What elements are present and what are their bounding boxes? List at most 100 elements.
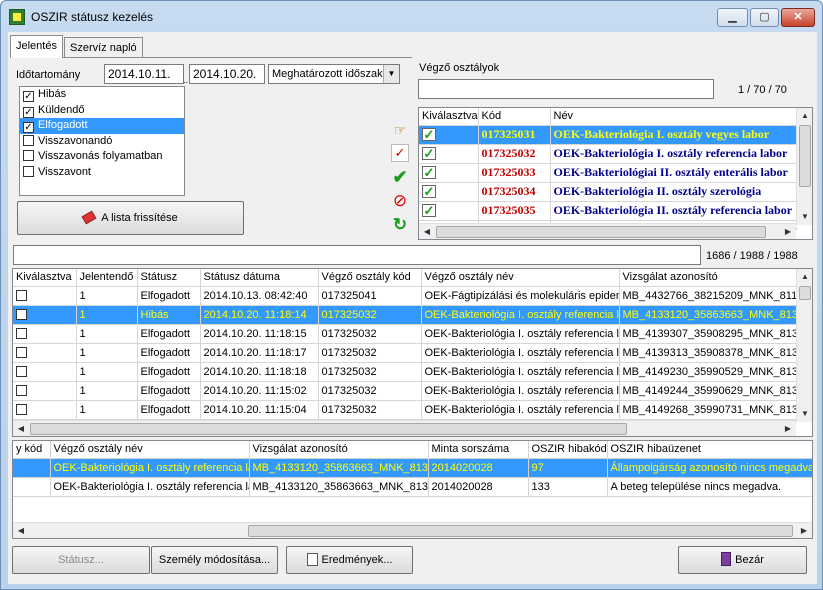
select-cell[interactable] — [13, 381, 77, 401]
maximize-button[interactable]: ▢ — [750, 8, 779, 27]
stop-icon[interactable]: ⊘ — [389, 191, 411, 211]
green-check-icon[interactable]: ✔ — [389, 167, 411, 187]
scroll-right-icon[interactable]: ▶ — [780, 224, 796, 239]
scroll-left-icon[interactable]: ◀ — [13, 421, 29, 436]
scroll-right-icon[interactable]: ▶ — [796, 523, 812, 538]
column-header[interactable]: Jelentendő — [76, 269, 138, 287]
column-header[interactable]: Végző osztály név — [421, 269, 620, 287]
status-option[interactable]: Visszavont — [20, 165, 184, 181]
status-checkbox[interactable] — [23, 150, 34, 161]
table-row[interactable]: ✓ 017325032 OEK-Bakteriológia I. osztály r… — [419, 144, 812, 164]
row-checkbox[interactable] — [16, 365, 27, 377]
select-cell[interactable]: ✓ — [419, 182, 479, 202]
column-header[interactable]: Végző osztály kód — [318, 269, 422, 287]
status-option[interactable]: Visszavonás folyamatban — [20, 149, 184, 165]
column-header[interactable]: Kiválasztva — [419, 108, 479, 126]
scroll-left-icon[interactable]: ◀ — [13, 523, 29, 538]
column-header[interactable]: y kód — [13, 441, 51, 459]
table-row[interactable]: 1 Elfogadott 2014.10.20. 11:15:04 017325032… — [13, 400, 812, 420]
close-button[interactable]: Bezár — [678, 546, 807, 574]
column-header[interactable]: Vizsgálat azonosító — [249, 441, 429, 459]
table-row[interactable]: 1 Elfogadott 2014.10.20. 11:18:17 017325032… — [13, 343, 812, 363]
select-cell[interactable]: ✓ — [419, 144, 479, 164]
column-header[interactable]: OSZIR hibaüzenet — [607, 441, 812, 459]
scroll-up-icon[interactable]: ▲ — [797, 108, 812, 124]
scroll-thumb[interactable] — [799, 125, 811, 187]
column-header[interactable]: Státusz — [137, 269, 201, 287]
departments-search-input[interactable] — [418, 79, 714, 99]
select-cell[interactable]: ✓ — [419, 125, 479, 145]
scroll-left-icon[interactable]: ◀ — [419, 224, 435, 239]
refresh-icon[interactable]: ↻ — [389, 215, 411, 235]
tab-jelentes[interactable]: Jelentés — [10, 35, 63, 58]
table-row[interactable]: ✓ 017325035 OEK-Bakteriológia II. osztály … — [419, 201, 812, 221]
table-row[interactable]: ✓ 017325034 OEK-Bakteriológia II. osztály … — [419, 182, 812, 202]
select-cell[interactable] — [13, 286, 77, 306]
select-cell[interactable]: ✓ — [419, 201, 479, 221]
scroll-thumb[interactable] — [799, 286, 811, 300]
row-checkbox[interactable] — [16, 327, 27, 339]
column-header[interactable]: Minta sorszáma — [428, 441, 529, 459]
scroll-down-icon[interactable]: ▼ — [797, 209, 812, 225]
green-check-icon[interactable]: ✓ — [422, 146, 436, 160]
scroll-thumb[interactable] — [436, 226, 766, 238]
select-cell[interactable] — [13, 400, 77, 420]
row-checkbox[interactable] — [16, 346, 27, 358]
status-checkbox[interactable] — [23, 134, 34, 146]
departments-hscroll[interactable]: ◀ ▶ — [419, 223, 796, 239]
status-checkbox[interactable]: ✓ — [23, 106, 34, 118]
reports-search-input[interactable] — [13, 245, 701, 265]
column-header[interactable]: Vizsgálat azonosító — [619, 269, 812, 287]
errors-hscroll[interactable]: ◀ ▶ — [13, 522, 812, 538]
scroll-thumb[interactable] — [248, 525, 793, 537]
select-cell[interactable] — [13, 362, 77, 382]
green-check-icon[interactable]: ✓ — [422, 184, 436, 198]
row-checkbox[interactable] — [16, 289, 27, 301]
table-row[interactable]: ✓ 017325031 OEK-Bakteriológia I. osztály v… — [419, 125, 812, 145]
column-header[interactable]: Név — [550, 108, 812, 126]
green-check-icon[interactable]: ✓ — [422, 127, 436, 141]
table-row[interactable]: OEK-Bakteriológia I. osztály referencia … — [13, 477, 812, 497]
date-from-field[interactable]: 2014.10.11. — [104, 64, 184, 84]
table-row[interactable]: 1 Elfogadott 2014.10.20. 11:18:18 017325032… — [13, 362, 812, 382]
column-header[interactable]: Státusz dátuma — [200, 269, 319, 287]
green-check-icon[interactable]: ✓ — [422, 203, 436, 217]
status-button[interactable]: Státusz... — [12, 546, 150, 574]
table-row[interactable]: 1 Elfogadott 2014.10.13. 08:42:40 017325041… — [13, 286, 812, 306]
status-checkbox[interactable]: ✓ — [23, 122, 34, 133]
table-row[interactable]: ✓ 017325033 OEK-Bakteriológiai II. osztály… — [419, 163, 812, 183]
status-option[interactable]: Visszavonandó — [20, 134, 184, 150]
status-option[interactable]: ✓ Hibás — [20, 87, 184, 103]
table-row[interactable]: OEK-Bakteriológia I. osztály referencia … — [13, 458, 812, 478]
column-header[interactable]: OSZIR hibakód — [528, 441, 608, 459]
scroll-down-icon[interactable]: ▼ — [797, 406, 812, 422]
scroll-right-icon[interactable]: ▶ — [780, 421, 796, 436]
select-cell[interactable] — [13, 305, 77, 325]
period-select[interactable]: Meghatározott időszak ▼ — [268, 64, 400, 84]
green-check-icon[interactable]: ✓ — [422, 165, 436, 179]
select-cell[interactable] — [13, 324, 77, 344]
scroll-thumb[interactable] — [30, 423, 627, 435]
minimize-button[interactable]: ▁ — [717, 8, 748, 27]
status-option[interactable]: ✓ Elfogadott — [20, 118, 184, 134]
scroll-up-icon[interactable]: ▲ — [797, 269, 812, 285]
row-checkbox[interactable] — [16, 403, 27, 415]
reports-hscroll[interactable]: ◀ ▶ — [13, 420, 796, 436]
status-checkbox[interactable] — [23, 165, 34, 177]
column-header[interactable]: Kód — [478, 108, 551, 126]
checklist-icon[interactable]: ✓ — [391, 144, 409, 162]
select-cell[interactable] — [13, 343, 77, 363]
column-header[interactable]: Kiválasztva — [13, 269, 77, 287]
select-cell[interactable]: ✓ — [419, 163, 479, 183]
refresh-list-button[interactable]: A lista frissítése — [17, 201, 244, 235]
chevron-down-icon[interactable]: ▼ — [383, 65, 399, 83]
departments-vscroll[interactable]: ▲ ▼ — [796, 108, 812, 225]
hand-pointer-icon[interactable]: ☞ — [389, 120, 411, 140]
results-button[interactable]: Eredmények... — [286, 546, 413, 574]
row-checkbox[interactable] — [16, 308, 27, 320]
table-row[interactable]: 1 Elfogadott 2014.10.20. 11:15:02 017325032… — [13, 381, 812, 401]
modify-person-button[interactable]: Személy módosítása... — [151, 546, 278, 574]
table-row[interactable]: 1 Hibás 2014.10.20. 11:18:14 017325032 OEK-B… — [13, 305, 812, 325]
tab-szerviz-naplo[interactable]: Szervíz napló — [64, 37, 143, 58]
row-checkbox[interactable] — [16, 384, 27, 396]
